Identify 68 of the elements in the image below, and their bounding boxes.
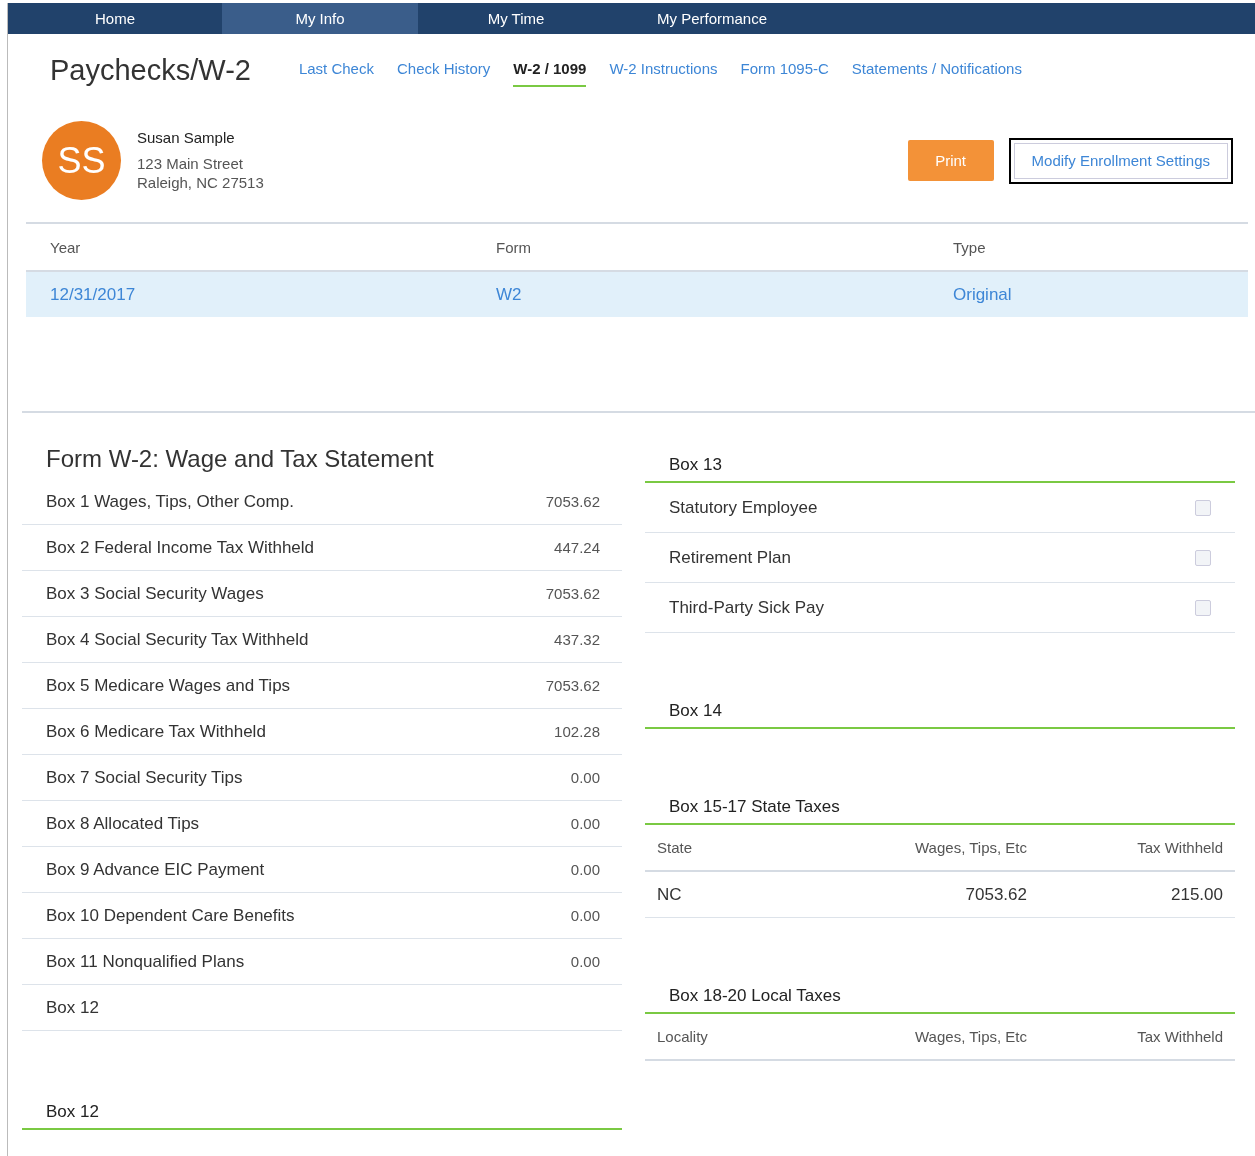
column-header: Form <box>496 238 532 256</box>
box-value: 0.00 <box>570 861 600 878</box>
box-label: Box 5 Medicare Wages and Tips <box>46 675 291 696</box>
column-header: Type <box>953 238 987 256</box>
subnav-link[interactable]: W-2 / 1099 <box>513 53 587 87</box>
nav-tab[interactable]: Home <box>8 3 222 34</box>
box-label: Box 1 Wages, Tips, Other Comp. <box>46 491 294 512</box>
section-heading: Box 15-17 State Taxes <box>645 797 1235 825</box>
nav-tab[interactable]: My Info <box>222 3 418 34</box>
box-value: 7053.62 <box>545 493 600 510</box>
column-header: Wages, Tips, Etc <box>914 1028 1027 1045</box>
box-label: Box 6 Medicare Tax Withheld <box>46 721 266 742</box>
box-label: Box 7 Social Security Tips <box>46 767 243 788</box>
box-value: 7053.62 <box>545 677 600 694</box>
box-value: 0.00 <box>570 907 600 924</box>
subnav-link[interactable]: Check History <box>396 53 491 87</box>
box-value: 0.00 <box>570 769 600 786</box>
table-cell-text: NC <box>657 884 683 905</box>
box-label: Box 10 Dependent Care Benefits <box>46 905 295 926</box>
box-value: 437.32 <box>554 631 600 648</box>
box-value: 447.24 <box>554 539 600 556</box>
checkbox-label: Third-Party Sick Pay <box>669 597 824 618</box>
box-label: Box 2 Federal Income Tax Withheld <box>46 537 315 558</box>
address-line: 123 Main Street <box>137 154 244 173</box>
section-heading: Box 13 <box>645 455 1235 483</box>
address-line: Raleigh, NC 27513 <box>137 173 265 192</box>
checkbox-label: Statutory Employee <box>669 497 818 518</box>
section-heading: Box 12 <box>22 1102 622 1130</box>
nav-tab[interactable]: My Time <box>418 3 614 34</box>
checkbox[interactable] <box>1195 549 1211 566</box>
subnav-link[interactable]: W-2 Instructions <box>609 53 718 87</box>
column-header: Wages, Tips, Etc <box>914 839 1027 856</box>
table-row[interactable]: 12/31/2017 W2 Original <box>26 272 1248 317</box>
box-label: Box 4 Social Security Tax Withheld <box>46 629 309 650</box>
table-cell-text: 12/31/2017 <box>50 284 137 305</box>
column-header: Tax Withheld <box>1136 1028 1223 1045</box>
avatar: SS <box>42 121 121 200</box>
section-heading: Box 18-20 Local Taxes <box>645 986 1235 1014</box>
box-label: Box 3 Social Security Wages <box>46 583 264 604</box>
box-value: 0.00 <box>570 815 600 832</box>
settings-button[interactable]: Modify Enrollment Settings <box>1008 137 1233 184</box>
employee-name: Susan Sample <box>137 129 236 146</box>
box-value: 7053.62 <box>545 585 600 602</box>
box-label: Box 8 Allocated Tips <box>46 813 200 834</box>
checkbox-label: Retirement Plan <box>669 547 791 568</box>
nav-tab[interactable]: My Performance <box>614 3 810 34</box>
box-value: 102.28 <box>554 723 600 740</box>
column-header: State <box>657 839 694 856</box>
box-label: Box 11 Nonqualified Plans <box>46 951 245 972</box>
column-header: Locality <box>657 1028 709 1045</box>
section-title: Form W-2: Wage and Tax Statement <box>46 445 435 473</box>
table-cell-text: 7053.62 <box>964 884 1027 905</box>
checkbox[interactable] <box>1195 599 1211 616</box>
table-cell-text: W2 <box>496 284 523 305</box>
subnav-link[interactable]: Form 1095-C <box>740 53 829 87</box>
checkbox[interactable] <box>1195 499 1211 516</box>
section-heading: Box 14 <box>645 701 1235 729</box>
page-title: Paychecks/W-2 <box>50 53 251 87</box>
column-header: Tax Withheld <box>1136 839 1223 856</box>
table-cell-text: 215.00 <box>1170 884 1223 905</box>
subnav-link[interactable]: Last Check <box>298 53 374 87</box>
print-button[interactable]: Print <box>907 140 994 181</box>
table-cell-text: Original <box>953 284 1013 305</box>
box-label: Box 9 Advance EIC Payment <box>46 859 265 880</box>
column-header: Year <box>50 238 82 256</box>
box-value: 0.00 <box>570 953 600 970</box>
box-label: Box 12 <box>46 997 99 1018</box>
subnav-link[interactable]: Statements / Notifications <box>851 53 1022 87</box>
